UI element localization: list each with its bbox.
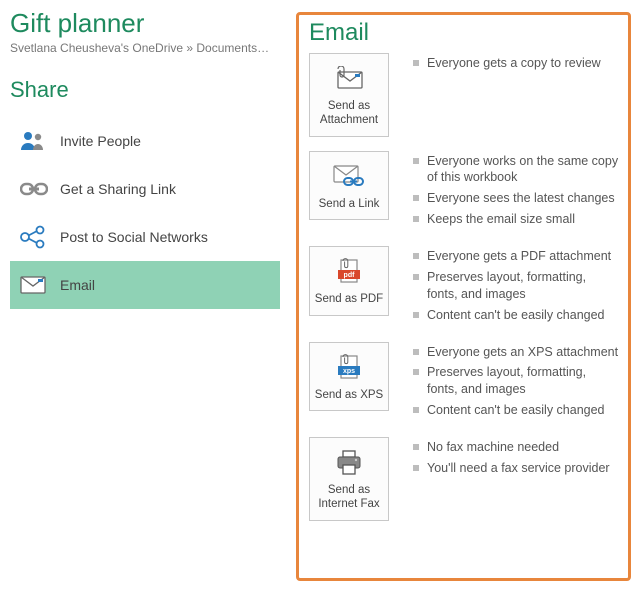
option-bullets: Everyone gets an XPS attachment Preserve… [413,342,620,424]
bullet-item: Everyone gets a copy to review [413,55,620,72]
share-network-icon [20,225,60,249]
left-column: Gift planner Svetlana Cheusheva's OneDri… [10,8,290,585]
option-bullets: No fax machine needed You'll need a fax … [413,437,620,481]
share-item-label: Email [60,277,95,293]
link-envelope-icon [332,162,366,192]
option-bullets: Everyone gets a copy to review [413,53,620,76]
send-as-attachment-button[interactable]: Send as Attachment [309,53,389,137]
bullet-item: You'll need a fax service provider [413,460,620,477]
bullet-item: Content can't be easily changed [413,307,620,324]
send-a-link-button[interactable]: Send a Link [309,151,389,221]
xps-icon: xps [334,353,364,383]
share-item-social-networks[interactable]: Post to Social Networks [10,213,280,261]
share-item-label: Post to Social Networks [60,229,208,245]
option-label: Send as XPS [315,389,383,403]
share-item-email[interactable]: Email [10,261,280,309]
option-row-link: Send a Link Everyone works on the same c… [309,151,620,233]
share-item-label: Get a Sharing Link [60,181,176,197]
bullet-item: Everyone gets an XPS attachment [413,344,620,361]
link-icon [20,181,60,197]
option-bullets: Everyone works on the same copy of this … [413,151,620,233]
send-as-xps-button[interactable]: xps Send as XPS [309,342,389,412]
bullet-item: Everyone sees the latest changes [413,190,620,207]
document-title: Gift planner [10,8,280,39]
right-column: Email Send as Attachment Every [290,8,637,585]
option-bullets: Everyone gets a PDF attachment Preserves… [413,246,620,328]
option-row-fax: Send as Internet Fax No fax machine need… [309,437,620,521]
share-heading: Share [10,77,280,103]
people-icon [20,130,60,152]
send-as-pdf-button[interactable]: pdf Send as PDF [309,246,389,316]
share-item-sharing-link[interactable]: Get a Sharing Link [10,165,280,213]
bullet-item: No fax machine needed [413,439,620,456]
option-label: Send a Link [319,198,380,212]
fax-printer-icon [334,448,364,478]
bullet-item: Everyone works on the same copy of this … [413,153,620,187]
svg-text:pdf: pdf [344,272,356,279]
share-item-invite-people[interactable]: Invite People [10,117,280,165]
email-panel: Email Send as Attachment Every [296,12,631,581]
bullet-item: Content can't be easily changed [413,402,620,419]
share-item-label: Invite People [60,133,141,149]
pdf-icon: pdf [334,257,364,287]
send-as-internet-fax-button[interactable]: Send as Internet Fax [309,437,389,521]
svg-text:xps: xps [343,368,355,375]
option-label: Send as Internet Fax [314,484,384,512]
bullet-item: Preserves layout, formatting, fonts, and… [413,364,620,398]
bullet-item: Preserves layout, formatting, fonts, and… [413,269,620,303]
breadcrumb: Svetlana Cheusheva's OneDrive » Document… [10,41,270,55]
bullet-item: Keeps the email size small [413,211,620,228]
option-label: Send as PDF [315,293,383,307]
share-backstage: Gift planner Svetlana Cheusheva's OneDri… [0,0,641,589]
panel-title: Email [309,19,620,47]
option-row-attachment: Send as Attachment Everyone gets a copy … [309,53,620,137]
option-row-pdf: pdf Send as PDF Everyone gets a PDF atta… [309,246,620,328]
bullet-item: Everyone gets a PDF attachment [413,248,620,265]
option-label: Send as Attachment [314,100,384,128]
option-row-xps: xps Send as XPS Everyone gets an XPS att… [309,342,620,424]
attachment-envelope-icon [332,64,366,94]
email-icon [20,276,60,294]
